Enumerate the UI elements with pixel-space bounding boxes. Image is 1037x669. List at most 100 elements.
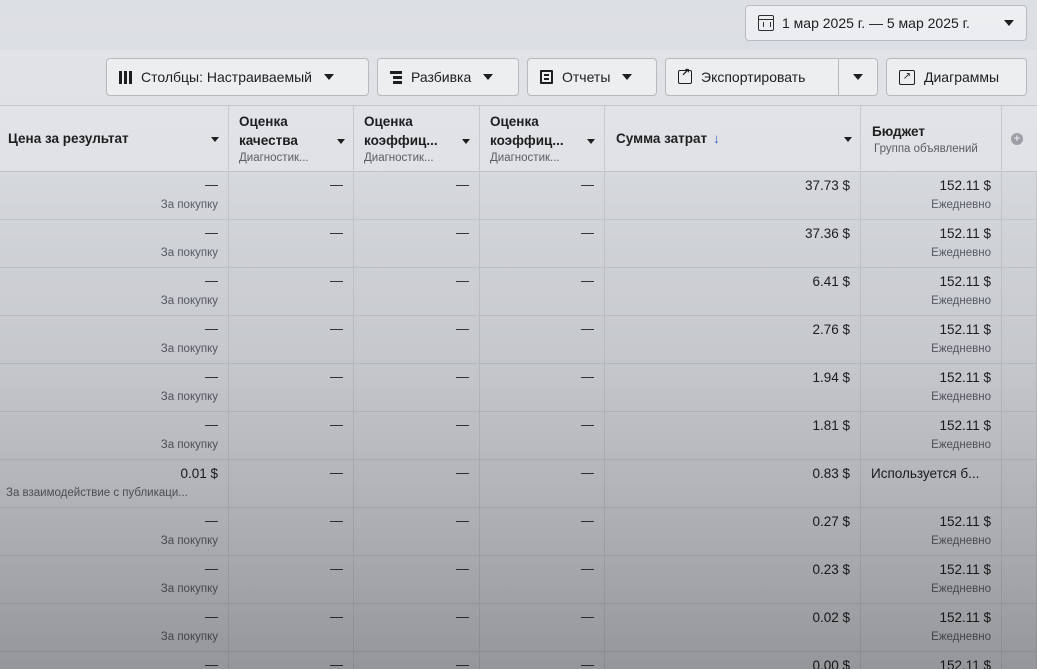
table-row[interactable]: — За покупку — — — 37.36 $ 152.11 $ Ежедневно xyxy=(0,220,1037,268)
budget-cell: 152.11 $ Ежедневно xyxy=(861,220,1002,268)
breakdown-label: Разбивка xyxy=(411,69,472,85)
chevron-down-icon xyxy=(323,74,334,80)
quality-ranking-cell: — xyxy=(229,652,354,669)
table-row[interactable]: — За покупку — — — 0.02 $ 152.11 $ Ежедневно xyxy=(0,604,1037,652)
cost-per-result-cell: — xyxy=(0,652,229,669)
reports-icon xyxy=(540,70,553,84)
table-row[interactable]: — За покупку — — — 0.23 $ 152.11 $ Ежедневно xyxy=(0,556,1037,604)
cell-value: 152.11 $ xyxy=(939,562,991,577)
cell-value: 152.11 $ xyxy=(939,274,991,289)
cell-subtext: Ежедневно xyxy=(931,295,991,307)
cell-value: 0.27 $ xyxy=(812,514,850,529)
cell-value: — xyxy=(581,321,594,336)
amount-spent-title: Сумма затрат xyxy=(616,131,708,146)
column-header-budget[interactable]: Бюджет Группа объявлений xyxy=(861,106,1002,172)
engagement-ranking-cell: — xyxy=(354,268,480,316)
cost-per-result-cell: — За покупку xyxy=(0,604,229,652)
table-row[interactable]: — За покупку — — — 37.73 $ 152.11 $ Ежедневно xyxy=(0,172,1037,220)
cell-value: — xyxy=(205,321,218,336)
quality-ranking-cell: — xyxy=(229,460,354,508)
cell-value: — xyxy=(581,225,594,240)
export-button[interactable]: Экспортировать xyxy=(665,58,839,96)
amount-spent-cell: 0.00 $ xyxy=(605,652,861,669)
cell-value: — xyxy=(456,273,469,288)
quality-ranking-cell: — xyxy=(229,268,354,316)
cell-value: — xyxy=(456,465,469,480)
columns-button[interactable]: Столбцы: Настраиваемый xyxy=(106,58,369,96)
cell-value: — xyxy=(581,177,594,192)
table-toolbar: Столбцы: Настраиваемый Разбивка Отчеты Э… xyxy=(0,50,1037,106)
top-bar: 1 мар 2025 г. — 5 мар 2025 г. xyxy=(0,0,1037,50)
column-title: Оценка xyxy=(490,114,539,129)
cell-value: — xyxy=(581,609,594,624)
chevron-down-icon xyxy=(483,74,494,80)
cell-value: — xyxy=(581,657,594,669)
conversion-ranking-cell: — xyxy=(480,460,605,508)
cost-per-result-cell: 0.01 $ За взаимодействие с публикаци... xyxy=(0,460,229,508)
cell-value: — xyxy=(205,657,218,669)
table-row[interactable]: 0.01 $ За взаимодействие с публикаци... — —… xyxy=(0,460,1037,508)
table-row[interactable]: — За покупку — — — 1.94 $ 152.11 $ Ежедневно xyxy=(0,364,1037,412)
chevron-down-icon[interactable] xyxy=(587,139,595,144)
amount-spent-cell: 0.02 $ xyxy=(605,604,861,652)
column-subtitle: Диагностик... xyxy=(239,152,309,164)
cell-value: — xyxy=(205,513,218,528)
cell-value: 152.11 $ xyxy=(939,418,991,433)
extra-cell xyxy=(1002,508,1037,556)
amount-spent-cell: 1.81 $ xyxy=(605,412,861,460)
quality-ranking-cell: — xyxy=(229,604,354,652)
budget-cell: 152.11 $ Ежедневно xyxy=(861,556,1002,604)
quality-ranking-cell: — xyxy=(229,220,354,268)
cell-value: — xyxy=(205,225,218,240)
reports-button[interactable]: Отчеты xyxy=(527,58,657,96)
table-row[interactable]: — За покупку — — — 2.76 $ 152.11 $ Ежедневно xyxy=(0,316,1037,364)
date-range-picker[interactable]: 1 мар 2025 г. — 5 мар 2025 г. xyxy=(745,5,1027,41)
column-header-cost-per-result[interactable]: Цена за результат xyxy=(0,106,229,172)
table-row[interactable]: — За покупку — — — 1.81 $ 152.11 $ Ежедневно xyxy=(0,412,1037,460)
breakdown-button[interactable]: Разбивка xyxy=(377,58,519,96)
engagement-ranking-cell: — xyxy=(354,220,480,268)
cell-value: 152.11 $ xyxy=(939,178,991,193)
extra-cell xyxy=(1002,604,1037,652)
table-row[interactable]: — За покупку — — — 0.27 $ 152.11 $ Ежедневно xyxy=(0,508,1037,556)
column-subtitle: Группа объявлений xyxy=(874,143,978,155)
amount-spent-cell: 0.83 $ xyxy=(605,460,861,508)
engagement-ranking-cell: — xyxy=(354,652,480,669)
cost-per-result-cell: — За покупку xyxy=(0,316,229,364)
chevron-down-icon[interactable] xyxy=(844,137,852,142)
cell-value: — xyxy=(456,225,469,240)
charts-button[interactable]: ↗ Диаграммы xyxy=(886,58,1027,96)
engagement-ranking-cell: — xyxy=(354,556,480,604)
export-options-button[interactable] xyxy=(838,58,878,96)
columns-icon xyxy=(119,70,132,84)
cell-value: 37.36 $ xyxy=(804,226,850,241)
chevron-down-icon[interactable] xyxy=(337,139,345,144)
column-title: коэффиц... xyxy=(490,133,564,148)
cell-value: 37.73 $ xyxy=(804,178,850,193)
conversion-ranking-cell: — xyxy=(480,364,605,412)
cell-value: 152.11 $ xyxy=(939,658,991,669)
cell-value: — xyxy=(205,273,218,288)
chevron-down-icon[interactable] xyxy=(462,139,470,144)
column-header-conversion[interactable]: Оценка коэффиц... Диагностик... xyxy=(480,106,605,172)
column-header-quality[interactable]: Оценка качества Диагностик... xyxy=(229,106,354,172)
cell-value: 0.23 $ xyxy=(812,562,850,577)
column-header-amount-spent[interactable]: Сумма затрат ↓ xyxy=(605,106,861,172)
chevron-down-icon[interactable] xyxy=(211,137,219,142)
budget-cell: 152.11 $ Ежедневно xyxy=(861,508,1002,556)
cell-subtext: За взаимодействие с публикаци... xyxy=(6,487,188,499)
add-column-icon[interactable]: + xyxy=(1011,133,1023,145)
table-row[interactable]: — За покупку — — — 6.41 $ 152.11 $ Ежедневно xyxy=(0,268,1037,316)
cell-value: 152.11 $ xyxy=(939,370,991,385)
conversion-ranking-cell: — xyxy=(480,220,605,268)
cell-subtext: Ежедневно xyxy=(931,391,991,403)
quality-ranking-cell: — xyxy=(229,172,354,220)
column-header-engagement[interactable]: Оценка коэффиц... Диагностик... xyxy=(354,106,480,172)
conversion-ranking-cell: — xyxy=(480,556,605,604)
quality-ranking-cell: — xyxy=(229,508,354,556)
breakdown-icon xyxy=(390,70,402,84)
extra-cell xyxy=(1002,460,1037,508)
engagement-ranking-cell: — xyxy=(354,364,480,412)
sort-descending-icon[interactable]: ↓ xyxy=(713,131,720,146)
table-row[interactable]: — — — — 0.00 $ 152.11 $ xyxy=(0,652,1037,669)
